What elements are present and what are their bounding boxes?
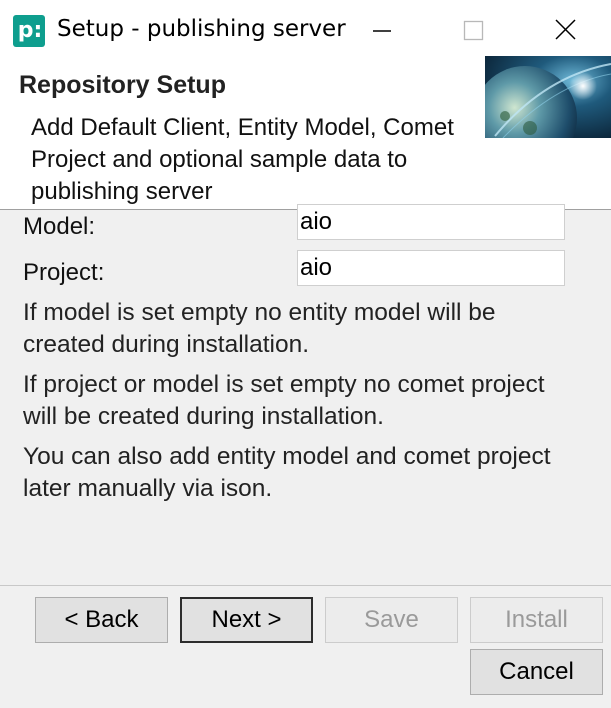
wizard-header: Repository Setup Add Default Client, Ent… — [0, 56, 611, 210]
install-button: Install — [470, 597, 603, 643]
title-bar[interactable]: p: Setup - publishing server — [0, 0, 611, 62]
close-icon — [555, 19, 576, 40]
page-title: Repository Setup — [19, 71, 226, 99]
minimize-button[interactable] — [336, 0, 428, 62]
back-button[interactable]: < Back — [35, 597, 168, 643]
next-button[interactable]: Next > — [180, 597, 313, 643]
close-button[interactable] — [519, 0, 611, 62]
page-description: Add Default Client, Entity Model, Comet … — [31, 114, 454, 205]
project-label: Project: — [23, 259, 105, 286]
globe-image — [485, 56, 611, 138]
button-bar: < Back Next > Save Install Cancel — [0, 586, 611, 708]
window-title: Setup - publishing server — [57, 16, 346, 42]
minimize-icon — [373, 30, 391, 32]
later-note: You can also add entity model and comet … — [23, 443, 551, 502]
project-note: If project or model is set empty no come… — [23, 371, 545, 430]
save-button: Save — [325, 597, 458, 643]
model-label: Model: — [23, 213, 96, 240]
maximize-button[interactable] — [428, 0, 520, 62]
model-note: If model is set empty no entity model wi… — [23, 299, 496, 358]
project-input[interactable] — [297, 250, 565, 286]
maximize-icon — [463, 20, 484, 41]
app-icon: p: — [13, 15, 45, 47]
scrollbar[interactable] — [596, 210, 611, 585]
content-panel: Model: Project: If model is set empty no… — [0, 204, 596, 585]
setup-window: p: Setup - publishing server Repository … — [0, 0, 611, 708]
cancel-button[interactable]: Cancel — [470, 649, 603, 695]
model-input[interactable] — [297, 204, 565, 240]
